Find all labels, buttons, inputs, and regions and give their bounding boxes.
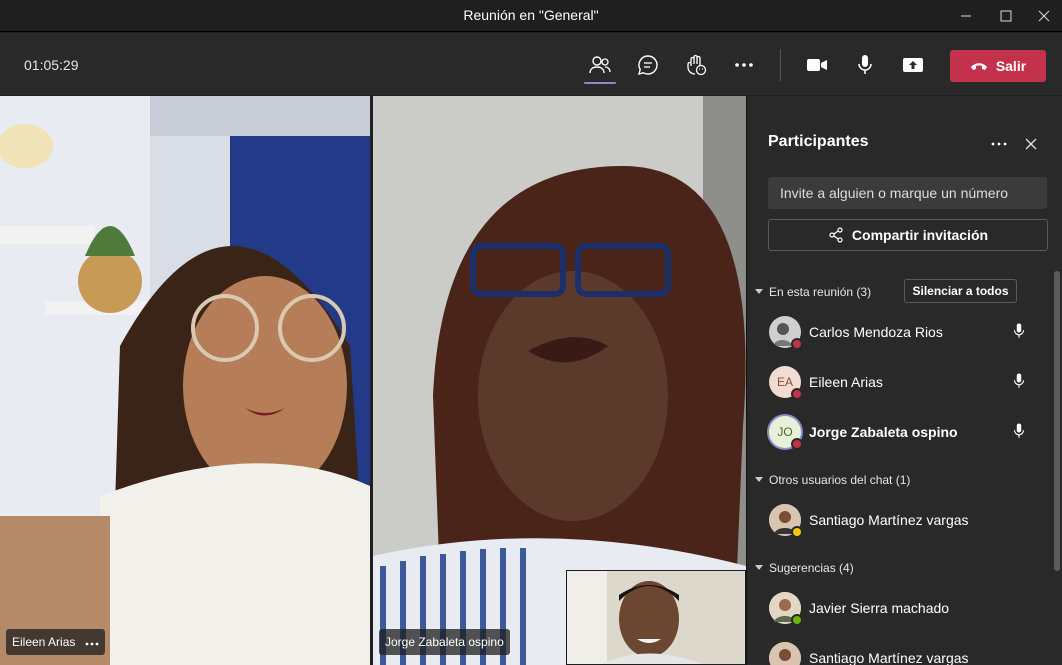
participant-row[interactable]: Javier Sierra machado bbox=[769, 590, 1059, 626]
avatar-initials: JO bbox=[777, 425, 793, 439]
participant-name: Santiago Martínez vargas bbox=[809, 650, 969, 665]
participant-name-tag: Eileen Arias bbox=[6, 629, 106, 655]
section-suggestions[interactable]: Sugerencias (4) bbox=[755, 561, 854, 575]
participant-row[interactable]: JO Jorge Zabaleta ospino bbox=[769, 414, 1059, 450]
self-video-preview[interactable] bbox=[566, 570, 746, 665]
chat-icon[interactable] bbox=[632, 49, 664, 81]
presence-available-icon bbox=[791, 614, 803, 626]
participant-name: Javier Sierra machado bbox=[809, 600, 950, 616]
active-tab-indicator bbox=[584, 82, 616, 84]
participants-icon[interactable] bbox=[584, 49, 616, 81]
chevron-down-icon bbox=[755, 565, 763, 570]
hang-up-icon bbox=[970, 63, 987, 70]
section-in-meeting-label: En esta reunión (3) bbox=[769, 285, 872, 299]
close-icon[interactable] bbox=[1026, 0, 1062, 32]
avatar bbox=[769, 316, 803, 350]
avatar: EA bbox=[769, 366, 803, 400]
title-bar: Reunión en "General" bbox=[0, 0, 1062, 32]
avatar bbox=[769, 592, 803, 626]
share-invitation-button[interactable]: Compartir invitación bbox=[768, 219, 1048, 251]
microphone-icon[interactable] bbox=[849, 49, 881, 81]
camera-icon[interactable] bbox=[801, 49, 833, 81]
share-screen-icon[interactable] bbox=[897, 49, 929, 81]
invite-placeholder: Invite a alguien o marque un número bbox=[780, 185, 1009, 201]
participant-name: Eileen Arias bbox=[809, 374, 883, 390]
microphone-icon[interactable] bbox=[1013, 322, 1025, 345]
more-icon[interactable] bbox=[987, 134, 1011, 154]
presence-busy-icon bbox=[791, 388, 803, 400]
window-title: Reunión en "General" bbox=[463, 7, 599, 23]
mute-all-button[interactable]: Silenciar a todos bbox=[904, 279, 1017, 303]
video-feed-left bbox=[0, 96, 370, 665]
toolbar-divider bbox=[780, 49, 781, 81]
leave-button[interactable]: Salir bbox=[950, 50, 1046, 82]
participant-name: Eileen Arias bbox=[12, 635, 76, 649]
meeting-timer: 01:05:29 bbox=[24, 57, 79, 73]
avatar bbox=[769, 642, 801, 665]
section-suggestions-label: Sugerencias (4) bbox=[769, 561, 854, 575]
close-icon[interactable] bbox=[1019, 134, 1043, 154]
participant-row[interactable]: Santiago Martínez vargas bbox=[769, 502, 1059, 538]
section-in-meeting[interactable]: En esta reunión (3) bbox=[755, 285, 871, 299]
chevron-down-icon bbox=[755, 477, 763, 482]
chevron-down-icon bbox=[755, 289, 763, 294]
video-tile-eileen[interactable]: Eileen Arias bbox=[0, 96, 370, 665]
more-icon[interactable] bbox=[728, 49, 760, 81]
participant-row[interactable]: Carlos Mendoza Rios bbox=[769, 314, 1059, 350]
leave-label: Salir bbox=[995, 58, 1027, 74]
participants-panel: Participantes Invite a alguien o marque … bbox=[746, 96, 1062, 665]
participant-name-tag: Jorge Zabaleta ospino bbox=[379, 629, 510, 655]
presence-busy-icon bbox=[791, 438, 803, 450]
avatar bbox=[769, 504, 803, 538]
participant-name: Jorge Zabaleta ospino bbox=[385, 635, 504, 649]
participant-row[interactable]: Santiago Martínez vargas bbox=[769, 640, 1059, 665]
presence-away-icon bbox=[791, 526, 803, 538]
participant-row[interactable]: EA Eileen Arias bbox=[769, 364, 1059, 400]
maximize-icon[interactable] bbox=[988, 0, 1024, 32]
share-invitation-label: Compartir invitación bbox=[851, 227, 989, 243]
raise-hand-icon[interactable] bbox=[680, 49, 712, 81]
presence-busy-icon bbox=[791, 338, 803, 350]
invite-input[interactable]: Invite a alguien o marque un número bbox=[768, 177, 1047, 209]
tile-more-icon[interactable] bbox=[85, 635, 99, 649]
video-stage: Eileen Arias Jorge Zabaleta ospino bbox=[0, 96, 746, 665]
avatar-initials: EA bbox=[776, 375, 793, 389]
microphone-icon[interactable] bbox=[1013, 372, 1025, 395]
section-other-chat-users[interactable]: Otros usuarios del chat (1) bbox=[755, 473, 910, 487]
participant-name: Santiago Martínez vargas bbox=[809, 512, 969, 528]
microphone-icon[interactable] bbox=[1013, 422, 1025, 445]
self-video-feed bbox=[567, 571, 745, 664]
panel-title: Participantes bbox=[768, 133, 869, 150]
participant-name: Carlos Mendoza Rios bbox=[809, 324, 943, 340]
share-icon bbox=[829, 227, 843, 243]
section-other-chat-label: Otros usuarios del chat (1) bbox=[769, 473, 911, 487]
meeting-toolbar: 01:05:29 Salir bbox=[0, 33, 1062, 95]
panel-scrollbar[interactable] bbox=[1054, 271, 1060, 571]
participant-name: Jorge Zabaleta ospino bbox=[809, 424, 958, 440]
minimize-icon[interactable] bbox=[948, 0, 984, 32]
avatar: JO bbox=[769, 416, 803, 450]
